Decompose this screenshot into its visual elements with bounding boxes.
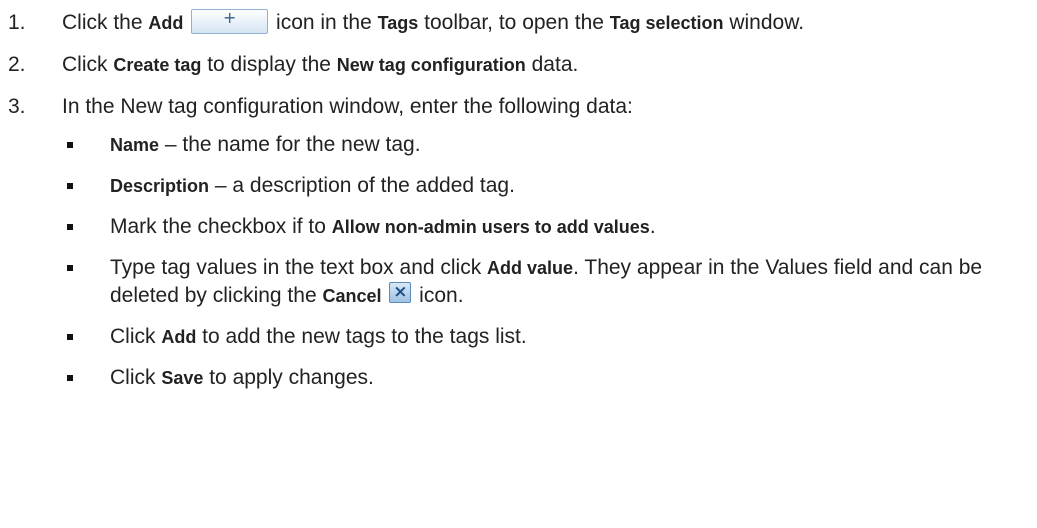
step-2: 2. Click Create tag to display the New t… — [0, 51, 1037, 79]
add-value-label: Add value — [487, 258, 574, 278]
bullet-text: Click — [110, 325, 162, 348]
add-label: Add — [148, 13, 184, 33]
square-bullet-icon — [67, 334, 73, 340]
bullet-text: Click — [110, 366, 162, 389]
square-bullet-icon — [67, 224, 73, 230]
bullet-item-save: Click Save to apply changes. — [0, 364, 1037, 392]
name-label: Name — [110, 135, 160, 155]
bullet-text: icon. — [413, 284, 464, 307]
bullet-text: Mark the checkbox if to — [110, 215, 332, 238]
step-1: 1. Click the Add + icon in the Tags tool… — [0, 9, 1037, 37]
bullet-item-description: Description – a description of the added… — [0, 172, 1037, 200]
tags-label: Tags — [377, 13, 419, 33]
cancel-label: Cancel — [322, 286, 382, 306]
description-label: Description — [110, 176, 210, 196]
square-bullet-icon — [67, 142, 73, 148]
add-icon: + — [191, 8, 269, 34]
step-text: In the New tag configuration window, ent… — [62, 95, 633, 118]
bullet-item-add: Click Add to add the new tags to the tag… — [0, 323, 1037, 351]
instruction-page: 1. Click the Add + icon in the Tags tool… — [0, 0, 1037, 528]
new-tag-configuration-label: New tag configuration — [336, 55, 526, 75]
step-text: Click — [62, 53, 114, 76]
step-number: 2. — [8, 53, 26, 76]
close-x-icon: × — [393, 282, 408, 302]
step-text: data. — [525, 53, 579, 76]
bullet-item-values: Type tag values in the text box and clic… — [0, 254, 1037, 310]
step-number: 3. — [8, 95, 26, 118]
bullet-text: to apply changes. — [203, 366, 374, 389]
step-text: window. — [723, 11, 805, 34]
square-bullet-icon — [67, 265, 73, 271]
save-label: Save — [161, 368, 204, 388]
create-tag-label: Create tag — [113, 55, 202, 75]
step-number: 1. — [8, 11, 26, 34]
step-text: to display the — [201, 53, 337, 76]
bullet-list: Name – the name for the new tag. Descrip… — [0, 131, 1037, 392]
bullet-text: to add the new tags to the tags list. — [196, 325, 527, 348]
plus-icon: + — [223, 8, 237, 27]
step-text: toolbar, to open the — [418, 11, 610, 34]
bullet-item-checkbox: Mark the checkbox if to Allow non-admin … — [0, 213, 1037, 241]
square-bullet-icon — [67, 375, 73, 381]
bullet-text: Type tag values in the text box and clic… — [110, 256, 488, 279]
add-label: Add — [161, 327, 197, 347]
bullet-text: – the name for the new tag. — [159, 133, 421, 156]
square-bullet-icon — [67, 183, 73, 189]
tag-selection-label: Tag selection — [609, 13, 724, 33]
step-3: 3. In the New tag configuration window, … — [0, 93, 1037, 120]
step-text: Click the — [62, 11, 149, 34]
step-text: icon in the — [270, 11, 378, 34]
cancel-icon: × — [389, 282, 412, 303]
bullet-text: . — [649, 215, 656, 238]
bullet-text: – a description of the added tag. — [209, 174, 515, 197]
allow-non-admin-label: Allow non-admin users to add values — [331, 217, 650, 237]
bullet-item-name: Name – the name for the new tag. — [0, 131, 1037, 159]
